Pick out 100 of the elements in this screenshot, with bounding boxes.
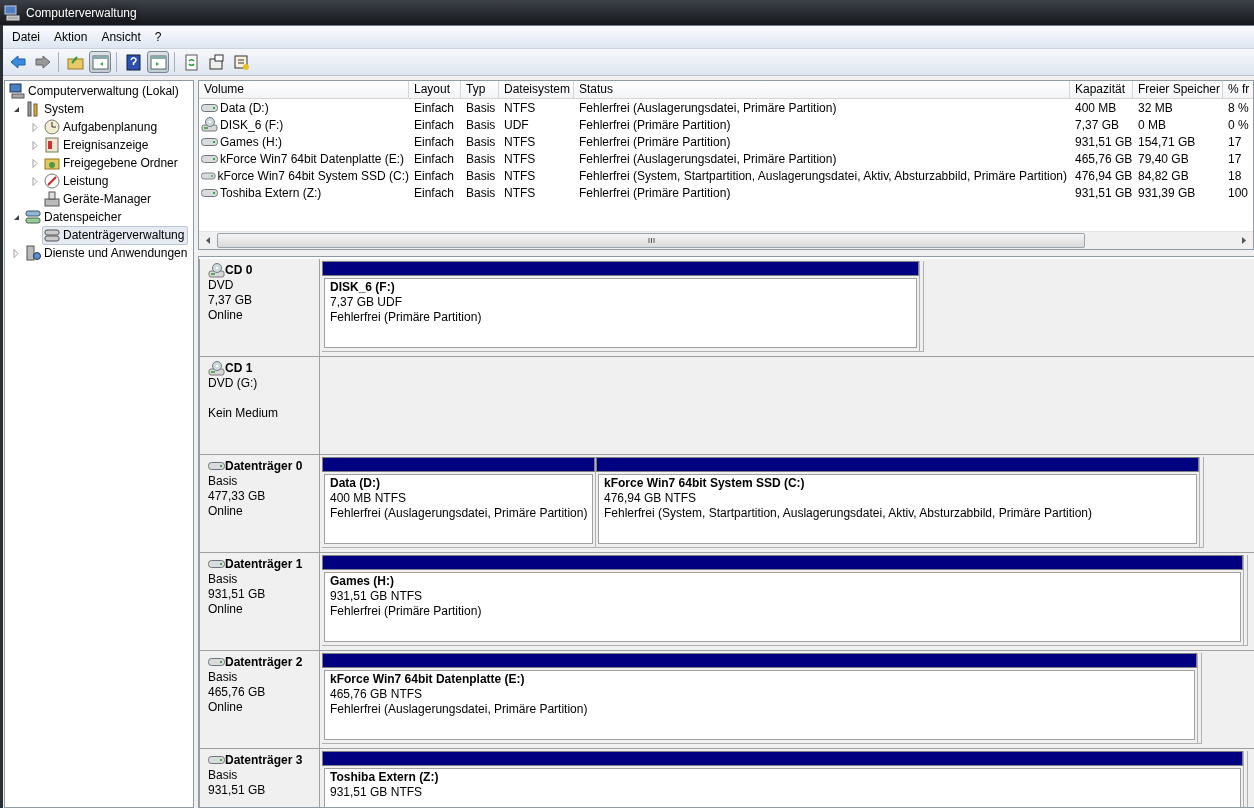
help-icon (124, 53, 142, 71)
table-cell: Einfach (414, 100, 455, 115)
disk-label[interactable]: Datenträger 2 Basis 465,76 GB Online (199, 651, 320, 748)
table-cell: Fehlerfrei (Primäre Partition) (579, 185, 731, 200)
disk-label[interactable]: Datenträger 1 Basis 931,51 GB Online (199, 553, 320, 650)
table-cell: 931,39 GB (1138, 185, 1196, 200)
disk-label[interactable]: CD 1 DVD (G:) Kein Medium (199, 357, 320, 454)
column-header[interactable]: Dateisystem (499, 81, 574, 98)
disk-type: Basis (208, 474, 239, 489)
disk-name: Datenträger 0 (225, 459, 303, 473)
partition-name: Games (H:) (330, 574, 395, 589)
disk-label[interactable]: Datenträger 3 Basis 931,51 GB (199, 749, 320, 807)
table-cell: 400 MB (1075, 100, 1117, 115)
column-header[interactable]: Status (574, 81, 1070, 98)
services-icon (25, 245, 41, 261)
column-header[interactable]: % fr (1223, 81, 1253, 98)
table-cell: 8 % (1228, 100, 1249, 115)
table-cell: 931,51 GB (1075, 134, 1133, 149)
disk-status: Online (208, 602, 244, 617)
disk-size: 7,37 GB (208, 293, 254, 308)
expanded-arrow-icon[interactable] (12, 105, 20, 113)
table-cell: 32 MB (1138, 100, 1173, 115)
column-header[interactable]: Kapazität (1070, 81, 1133, 98)
collapsed-arrow-icon[interactable] (32, 158, 38, 168)
shared-folder-icon (44, 155, 60, 171)
table-cell: DISK_6 (F:) (220, 117, 284, 132)
expanded-arrow-icon[interactable] (12, 213, 20, 221)
tree-item[interactable]: Ereignisanzeige (42, 135, 153, 155)
tree-item[interactable]: Freigegebene Ordner (42, 153, 182, 173)
scroll-right-icon (1242, 237, 1246, 244)
tree-item[interactable]: Leistung (42, 171, 113, 191)
partition-size: 931,51 GB NTFS (330, 589, 424, 604)
table-cell: kForce Win7 64bit System SSD (C:) (217, 168, 409, 183)
partition-size: 476,94 GB NTFS (604, 491, 698, 506)
table-cell: kForce Win7 64bit Datenplatte (E:) (220, 151, 405, 166)
column-header[interactable]: Layout (409, 81, 461, 98)
storage-icon (25, 209, 41, 225)
table-cell: Einfach (414, 117, 455, 132)
partition-status: Fehlerfrei (Primäre Partition) (330, 310, 483, 325)
table-cell: 465,76 GB (1075, 151, 1133, 166)
forward-arrow-icon (33, 53, 51, 71)
tree-item[interactable]: Aufgabenplanung (42, 117, 162, 137)
disk-type: Basis (208, 572, 239, 587)
column-header[interactable]: Volume (199, 81, 409, 98)
table-cell: NTFS (504, 134, 536, 149)
collapsed-arrow-icon[interactable] (32, 122, 38, 132)
table-cell: 100 (1228, 185, 1249, 200)
table-cell: Fehlerfrei (Auslagerungsdatei, Primäre Partition) (579, 151, 837, 166)
partition-status: Fehlerfrei (System, Startpartition, Auslagerungsdatei, Aktiv, Absturzabbild, Primäre Partition) (604, 506, 1093, 521)
collapsed-arrow-icon[interactable] (32, 140, 38, 150)
table-cell: Games (H:) (220, 134, 282, 149)
table-cell: Basis (466, 134, 496, 149)
disk-status: Kein Medium (208, 406, 280, 421)
partition-status: Fehlerfrei (Primäre Partition) (330, 604, 483, 619)
tree-item[interactable]: Dienste und Anwendungen (23, 243, 192, 263)
tree-item[interactable]: Geräte-Manager (42, 189, 156, 209)
disk-name: Datenträger 3 (225, 753, 303, 767)
device-manager-icon (44, 191, 60, 207)
collapsed-arrow-icon[interactable] (13, 248, 19, 258)
disk-label[interactable]: Datenträger 0 Basis 477,33 GB Online (199, 455, 320, 552)
table-cell: Einfach (414, 134, 455, 149)
table-cell: NTFS (504, 100, 536, 115)
collapsed-arrow-icon[interactable] (32, 176, 38, 186)
partition-status: Fehlerfrei (Auslagerungsdatei, Primäre Partition) (330, 702, 589, 717)
partition-name: kForce Win7 64bit System SSD (C:) (604, 476, 806, 491)
menu-item[interactable]: Datei (5, 28, 47, 46)
scrollbar-thumb[interactable] (217, 233, 1085, 248)
menu-item[interactable]: Ansicht (94, 28, 148, 46)
table-cell: UDF (504, 117, 529, 132)
table-cell: NTFS (504, 168, 536, 183)
tree-item[interactable]: Datenspeicher (23, 207, 126, 227)
computer-icon (4, 4, 20, 21)
disk-type: DVD (208, 278, 235, 293)
table-cell: 18 (1228, 168, 1242, 183)
table-cell: Data (D:) (220, 100, 269, 115)
disk-type: DVD (G:) (208, 376, 259, 391)
window-title: Computerverwaltung (26, 5, 137, 20)
refresh-icon (182, 53, 200, 71)
menu-item[interactable]: ? (147, 28, 169, 46)
cd-drive-icon (208, 360, 225, 376)
tree-item[interactable]: Datenträgerverwaltung (42, 225, 189, 245)
column-header[interactable]: Freier Speicher (1133, 81, 1223, 98)
tree-item[interactable]: System (23, 99, 88, 119)
table-cell: 154,71 GB (1138, 134, 1196, 149)
column-header[interactable]: Typ (461, 81, 499, 98)
action-pane-icon (149, 53, 167, 71)
menu-item[interactable]: Aktion (47, 28, 95, 46)
disk-name: Datenträger 2 (225, 655, 303, 669)
table-cell: NTFS (504, 185, 536, 200)
table-cell: 17 (1228, 151, 1242, 166)
disk-size: 477,33 GB (208, 489, 267, 504)
disk-label[interactable]: CD 0 DVD 7,37 GB Online (199, 259, 320, 356)
table-cell: Fehlerfrei (Primäre Partition) (579, 134, 731, 149)
back-arrow-icon (8, 53, 26, 71)
table-cell: Basis (466, 151, 496, 166)
horizontal-scrollbar[interactable] (199, 231, 1253, 249)
disk-size: 931,51 GB (208, 587, 267, 602)
table-cell: Einfach (414, 185, 455, 200)
tree-item[interactable]: Computerverwaltung (Lokal) (7, 81, 183, 101)
table-cell: Einfach (414, 168, 455, 183)
